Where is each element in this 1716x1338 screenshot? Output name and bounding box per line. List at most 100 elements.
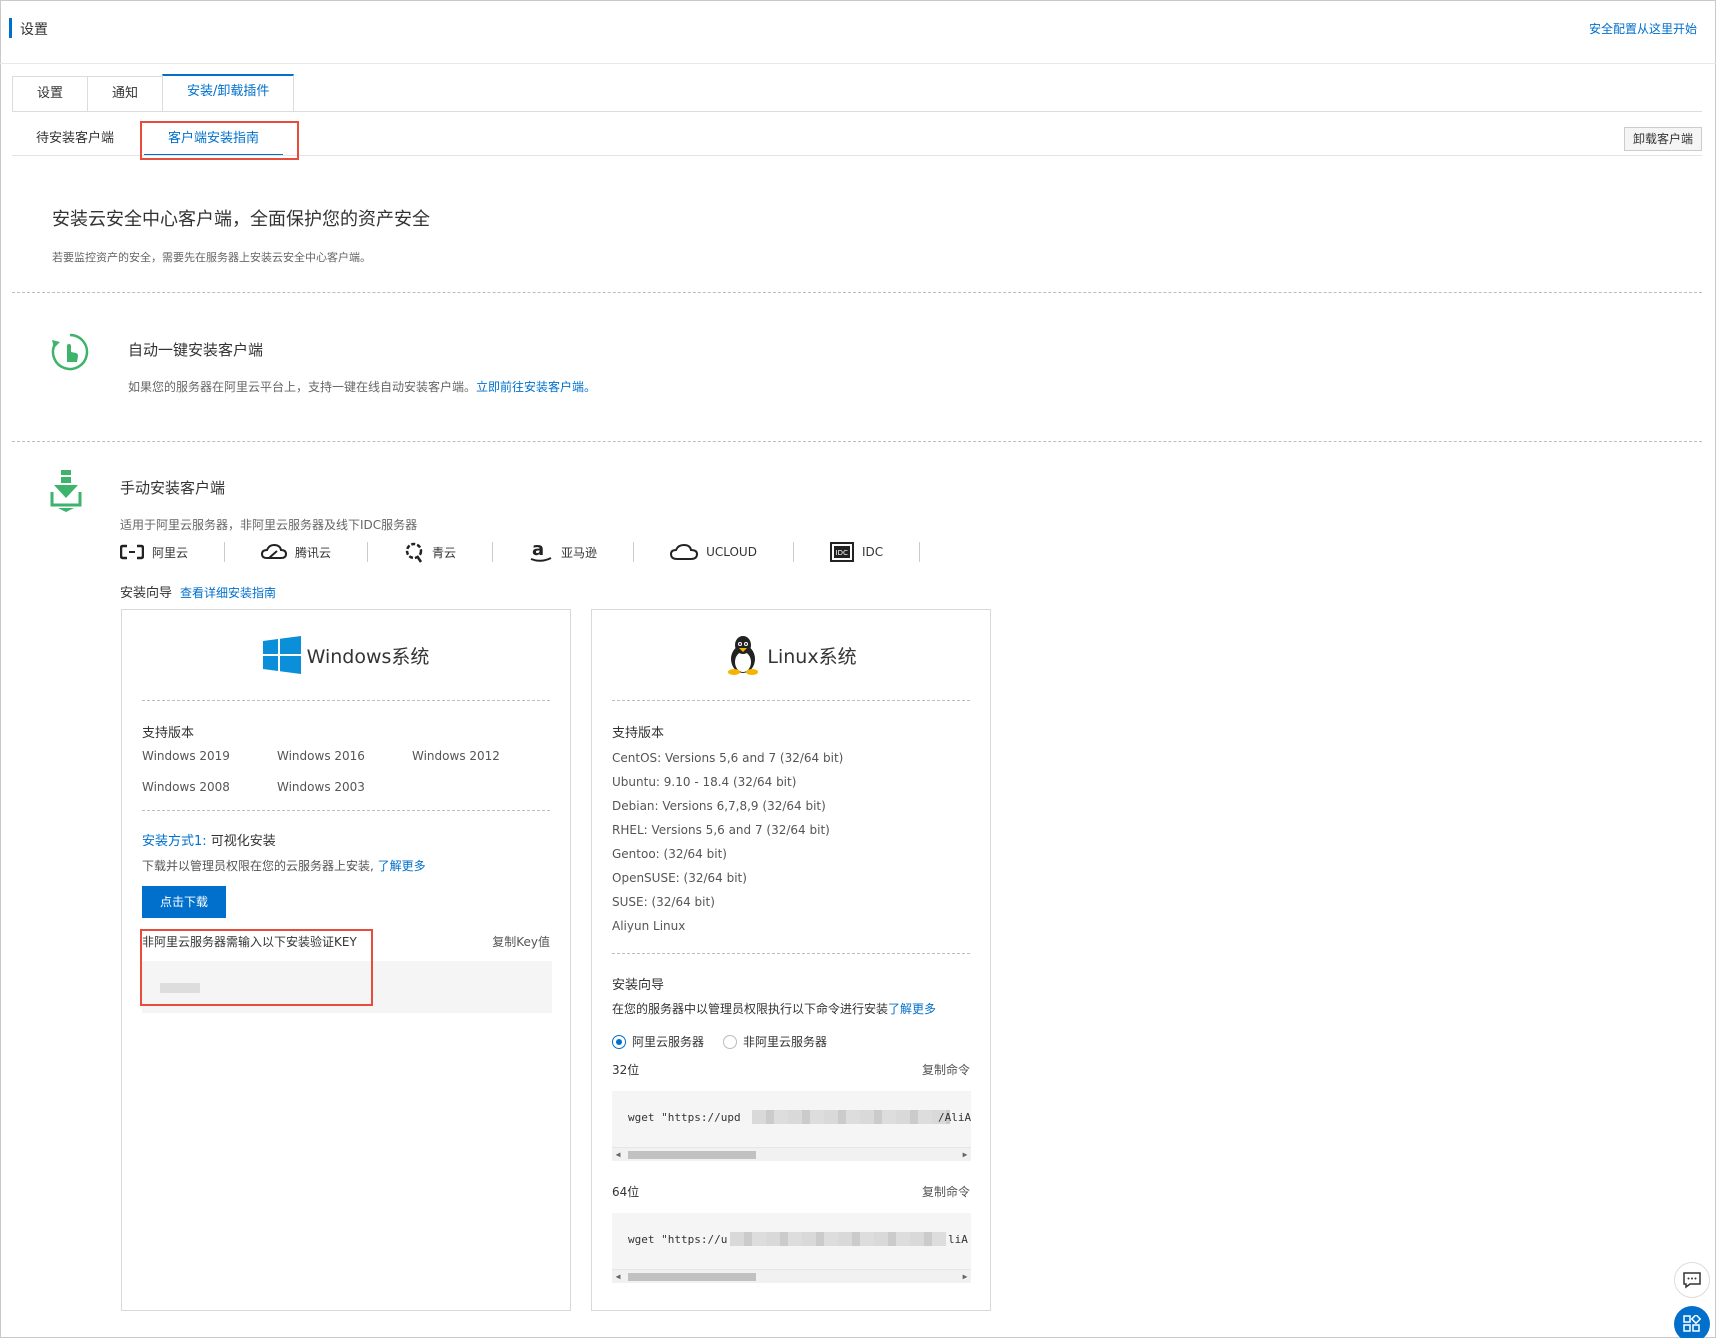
tab-install-uninstall[interactable]: 安装/卸载插件 <box>162 74 295 111</box>
card-divider <box>612 953 970 954</box>
copy-key-link[interactable]: 复制Key值 <box>492 933 550 950</box>
linux-versions-label: 支持版本 <box>612 726 665 741</box>
subtab-pending-clients[interactable]: 待安装客户端 <box>12 124 138 156</box>
highlight-box-subtab <box>140 121 299 160</box>
linux-version-item: SUSE: (32/64 bit) <box>612 895 715 909</box>
auto-install-title: 自动一键安装客户端 <box>128 341 264 359</box>
svg-text:IDC: IDC <box>835 549 847 557</box>
windows-version-item: Windows 2003 <box>277 780 365 794</box>
install-guide-label: 安装向导 <box>120 586 173 601</box>
scrollbar-thumb[interactable] <box>628 1273 756 1281</box>
uninstall-client-button[interactable]: 卸载客户端 <box>1623 127 1702 151</box>
command-32-prefix: wget "https://upd <box>628 1111 741 1124</box>
linux-learn-more-link[interactable]: 了解更多 <box>888 1002 936 1016</box>
copy-command-64-link[interactable]: 复制命令 <box>922 1183 970 1200</box>
copy-command-32-link[interactable]: 复制命令 <box>922 1061 970 1078</box>
scroll-right-icon[interactable]: ▶ <box>959 1270 971 1283</box>
title-accent-bar <box>9 18 12 38</box>
command-box-64[interactable]: wget "https://u liA ◀ ▶ <box>612 1213 971 1283</box>
linux-version-item: Aliyun Linux <box>612 919 686 933</box>
highlight-box-key <box>140 929 373 1006</box>
linux-guide-desc: 在您的服务器中以管理员权限执行以下命令进行安装了解更多 <box>612 1000 936 1017</box>
security-config-link[interactable]: 安全配置从这里开始 <box>1589 20 1697 37</box>
linux-version-item: Gentoo: (32/64 bit) <box>612 847 727 861</box>
linux-guide-desc-text: 在您的服务器中以管理员权限执行以下命令进行安装 <box>612 1002 889 1016</box>
command-box-32[interactable]: wget "https://upd /AliA ◀ ▶ <box>612 1091 971 1161</box>
provider-list: 阿里云 腾讯云 青云 a 亚马逊 UCLOUD IDC IDC <box>120 540 956 564</box>
windows-card-header: Windows系统 <box>122 610 570 700</box>
card-divider <box>142 700 550 701</box>
page-header: 设置 安全配置从这里开始 <box>0 0 1716 64</box>
linux-versions-list: CentOS: Versions 5,6 and 7 (32/64 bit) U… <box>612 746 843 938</box>
windows-card-title: Windows系统 <box>306 645 430 668</box>
install-method-label: 安装方式1: <box>142 834 207 849</box>
windows-version-item: Windows 2012 <box>412 749 500 763</box>
svg-text:a: a <box>532 541 544 560</box>
windows-learn-more-link[interactable]: 了解更多 <box>378 859 426 873</box>
auto-install-desc: 如果您的服务器在阿里云平台上，支持一键在线自动安装客户端。立即前往安装客户端。 <box>128 378 596 395</box>
linux-version-item: Debian: Versions 6,7,8,9 (32/64 bit) <box>612 799 826 813</box>
hero-title: 安装云安全中心客户端，全面保护您的资产安全 <box>52 209 430 230</box>
card-divider <box>142 810 550 811</box>
section-divider <box>12 441 1702 442</box>
card-divider <box>612 700 970 701</box>
tabs-divider <box>12 111 1702 112</box>
horizontal-scrollbar[interactable]: ◀ ▶ <box>612 1269 971 1283</box>
provider-label: 腾讯云 <box>295 545 332 560</box>
provider-qingcloud: 青云 <box>404 542 494 563</box>
provider-label: 亚马逊 <box>561 545 598 560</box>
download-desc: 下载并以管理员权限在您的云服务器上安装, 了解更多 <box>142 857 426 874</box>
auto-install-desc-text: 如果您的服务器在阿里云平台上，支持一键在线自动安装客户端。 <box>128 380 477 394</box>
scroll-left-icon[interactable]: ◀ <box>612 1148 624 1161</box>
radio-label: 阿里云服务器 <box>632 1035 705 1049</box>
provider-label: UCLOUD <box>706 545 757 559</box>
qingcloud-icon <box>405 542 423 563</box>
linux-card-header: Linux系统 <box>592 610 990 700</box>
linux-version-item: RHEL: Versions 5,6 and 7 (32/64 bit) <box>612 823 830 837</box>
provider-ucloud: UCLOUD <box>670 542 794 562</box>
radio-aliyun-server[interactable]: 阿里云服务器 <box>612 1033 704 1050</box>
apps-float-button[interactable] <box>1674 1306 1710 1338</box>
install-method-value: 可视化安装 <box>210 834 276 849</box>
manual-install-title: 手动安装客户端 <box>120 479 226 497</box>
go-install-link[interactable]: 立即前往安装客户端。 <box>476 380 596 394</box>
linux-card-title: Linux系统 <box>767 645 857 668</box>
provider-aliyun: 阿里云 <box>120 542 226 562</box>
horizontal-scrollbar[interactable]: ◀ ▶ <box>612 1147 971 1161</box>
scrollbar-thumb[interactable] <box>628 1151 756 1159</box>
provider-idc: IDC IDC <box>829 542 921 562</box>
linux-tux-icon <box>728 636 759 675</box>
detailed-guide-link[interactable]: 查看详细安装指南 <box>180 586 276 600</box>
windows-logo-icon <box>262 636 301 674</box>
linux-version-item: CentOS: Versions 5,6 and 7 (32/64 bit) <box>612 751 844 765</box>
provider-label: IDC <box>861 545 884 559</box>
main-tabs: 设置 通知 安装/卸载插件 <box>12 74 295 112</box>
windows-version-item: Windows 2016 <box>277 749 365 763</box>
download-button[interactable]: 点击下载 <box>142 886 227 918</box>
command-32-suffix: /AliA <box>938 1111 971 1124</box>
apps-grid-icon <box>1683 1315 1701 1332</box>
ucloud-icon <box>670 543 699 560</box>
radio-non-aliyun-server[interactable]: 非阿里云服务器 <box>723 1033 827 1050</box>
install-guide-row: 安装向导 查看详细安装指南 <box>120 582 276 601</box>
tab-settings[interactable]: 设置 <box>12 76 88 112</box>
windows-version-item: Windows 2008 <box>142 780 230 794</box>
hero-subtitle: 若要监控资产的安全，需要先在服务器上安装云安全中心客户端。 <box>52 251 371 264</box>
scroll-right-icon[interactable]: ▶ <box>959 1148 971 1161</box>
windows-version-item: Windows 2019 <box>142 749 230 763</box>
provider-amazon: a 亚马逊 <box>529 541 635 562</box>
bit64-label: 64位 <box>612 1185 640 1199</box>
manual-install-desc: 适用于阿里云服务器，非阿里云服务器及线下IDC服务器 <box>120 518 418 532</box>
linux-card: Linux系统 支持版本 CentOS: Versions 5,6 and 7 … <box>591 609 991 1311</box>
radio-label: 非阿里云服务器 <box>743 1035 828 1049</box>
page-title: 设置 <box>20 22 48 38</box>
command-64-suffix: liA <box>948 1233 968 1246</box>
download-desc-text: 下载并以管理员权限在您的云服务器上安装, <box>142 859 374 873</box>
feedback-chat-button[interactable] <box>1674 1262 1710 1298</box>
provider-tencent: 腾讯云 <box>261 542 369 562</box>
provider-label: 青云 <box>432 545 457 560</box>
idc-icon: IDC <box>829 542 854 562</box>
scroll-left-icon[interactable]: ◀ <box>612 1270 624 1283</box>
linux-version-item: OpenSUSE: (32/64 bit) <box>612 871 747 885</box>
tab-notifications[interactable]: 通知 <box>87 76 163 112</box>
